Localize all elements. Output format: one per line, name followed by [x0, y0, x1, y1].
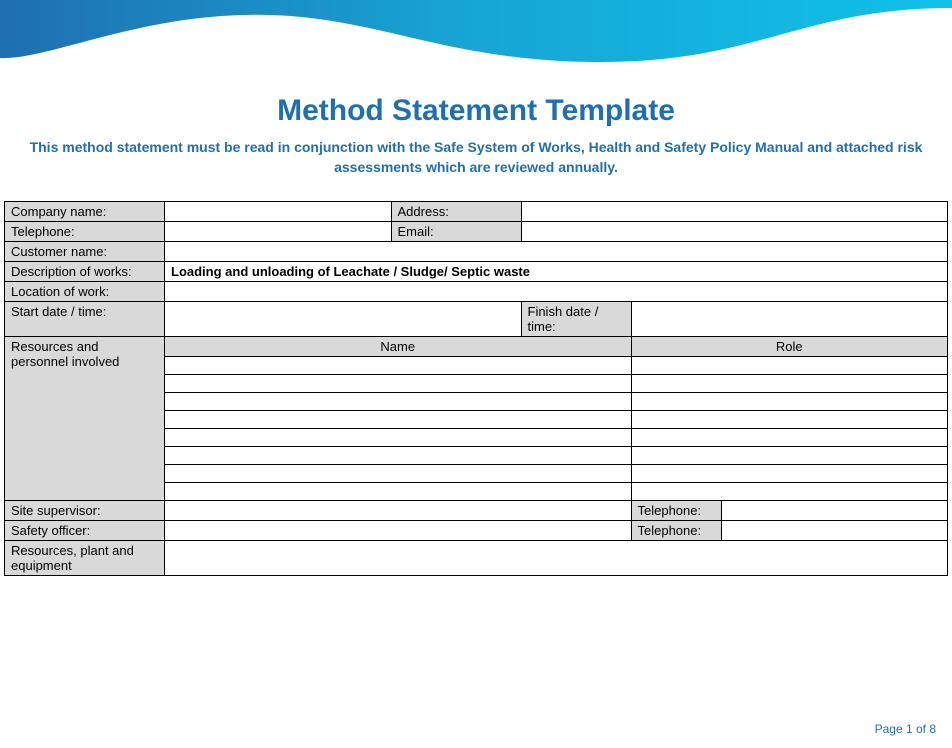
value-start-date[interactable] [165, 302, 522, 337]
personnel-role[interactable] [631, 357, 948, 375]
personnel-role[interactable] [631, 447, 948, 465]
personnel-name[interactable] [165, 483, 632, 501]
header-wave [0, 0, 952, 70]
label-description: Description of works: [5, 262, 165, 282]
value-site-supervisor[interactable] [165, 501, 632, 521]
label-telephone: Telephone: [5, 222, 165, 242]
value-address[interactable] [521, 202, 948, 222]
header-name: Name [165, 337, 632, 357]
personnel-name[interactable] [165, 465, 632, 483]
label-company-name: Company name: [5, 202, 165, 222]
value-company-name[interactable] [165, 202, 392, 222]
page-footer: Page 1 of 8 [875, 722, 936, 736]
value-telephone[interactable] [165, 222, 392, 242]
value-officer-tel[interactable] [721, 521, 948, 541]
value-safety-officer[interactable] [165, 521, 632, 541]
value-customer-name[interactable] [165, 242, 948, 262]
personnel-role[interactable] [631, 483, 948, 501]
label-customer-name: Customer name: [5, 242, 165, 262]
label-safety-officer: Safety officer: [5, 521, 165, 541]
personnel-role[interactable] [631, 375, 948, 393]
label-finish-date: Finish date / time: [521, 302, 631, 337]
personnel-role[interactable] [631, 411, 948, 429]
personnel-name[interactable] [165, 375, 632, 393]
label-location: Location of work: [5, 282, 165, 302]
value-supervisor-tel[interactable] [721, 501, 948, 521]
personnel-name[interactable] [165, 411, 632, 429]
personnel-role[interactable] [631, 465, 948, 483]
label-officer-tel: Telephone: [631, 521, 721, 541]
label-site-supervisor: Site supervisor: [5, 501, 165, 521]
header-role: Role [631, 337, 948, 357]
value-location[interactable] [165, 282, 948, 302]
personnel-name[interactable] [165, 447, 632, 465]
label-email: Email: [391, 222, 521, 242]
personnel-role[interactable] [631, 429, 948, 447]
page-subtitle: This method statement must be read in co… [4, 138, 948, 177]
value-email[interactable] [521, 222, 948, 242]
value-resources-plant[interactable] [165, 541, 948, 576]
method-statement-form: Company name: Address: Telephone: Email:… [4, 201, 948, 576]
value-finish-date[interactable] [631, 302, 948, 337]
label-resources-plant: Resources, plant and equipment [5, 541, 165, 576]
page-title: Method Statement Template [0, 94, 952, 128]
label-supervisor-tel: Telephone: [631, 501, 721, 521]
personnel-name[interactable] [165, 393, 632, 411]
personnel-name[interactable] [165, 429, 632, 447]
personnel-name[interactable] [165, 357, 632, 375]
value-description[interactable]: Loading and unloading of Leachate / Slud… [165, 262, 948, 282]
personnel-role[interactable] [631, 393, 948, 411]
label-resources-personnel: Resources and personnel involved [5, 337, 165, 501]
label-address: Address: [391, 202, 521, 222]
label-start-date: Start date / time: [5, 302, 165, 337]
